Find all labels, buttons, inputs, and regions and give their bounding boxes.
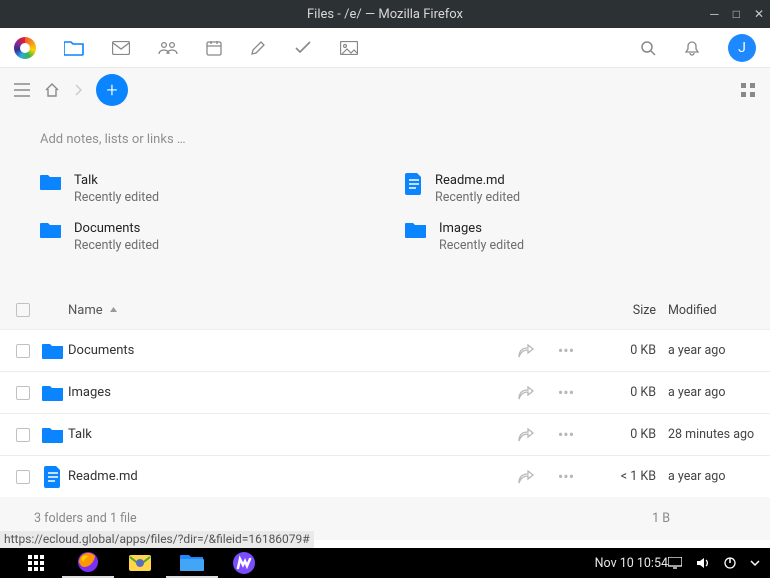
taskbar-firefox-icon[interactable] xyxy=(62,548,114,578)
more-icon[interactable]: ••• xyxy=(546,383,586,402)
taskbar-clock[interactable]: Nov 10 10:54 xyxy=(595,556,668,571)
recent-item-sub: Recently edited xyxy=(74,190,159,205)
browser-status-url: https://ecloud.global/apps/files/?dir=/&… xyxy=(0,531,314,548)
file-modified: 28 minutes ago xyxy=(656,427,756,442)
window-close-icon[interactable]: ✕ xyxy=(754,7,764,21)
folder-icon xyxy=(40,221,62,239)
search-icon[interactable] xyxy=(640,40,656,56)
tray-volume-icon[interactable] xyxy=(696,557,710,569)
recent-item-sub: Recently edited xyxy=(74,238,159,253)
files-table: Name Size Modified Documents ••• 0 KB a … xyxy=(0,291,770,497)
file-size: 0 KB xyxy=(586,385,656,400)
window-title: Files - /e/ — Mozilla Firefox xyxy=(307,7,463,22)
taskbar-mail-icon[interactable] xyxy=(114,548,166,578)
file-name: Talk xyxy=(68,427,506,442)
share-icon[interactable] xyxy=(506,470,546,484)
column-size[interactable]: Size xyxy=(586,303,656,318)
recent-item[interactable]: Documents Recently edited xyxy=(40,221,365,253)
share-icon[interactable] xyxy=(506,386,546,400)
recent-item-name: Readme.md xyxy=(435,173,520,188)
summary-size: 1 B xyxy=(652,511,736,526)
tray-chevron-down-icon[interactable] xyxy=(750,559,760,567)
view-grid-icon[interactable] xyxy=(740,82,756,98)
files-app-icon[interactable] xyxy=(64,40,84,56)
desktop-taskbar: Nov 10 10:54 xyxy=(0,548,770,578)
folder-icon xyxy=(38,342,68,360)
file-size: 0 KB xyxy=(586,427,656,442)
user-avatar[interactable]: J xyxy=(728,34,756,62)
recent-item[interactable]: Images Recently edited xyxy=(405,221,730,253)
brand-logo-icon[interactable] xyxy=(14,37,36,59)
home-icon[interactable] xyxy=(44,82,60,98)
menu-icon[interactable] xyxy=(14,83,30,97)
recent-item-name: Images xyxy=(439,221,524,236)
taskbar-files-icon[interactable] xyxy=(166,548,218,578)
row-checkbox[interactable] xyxy=(16,344,30,358)
window-controls: ─ □ ✕ xyxy=(710,7,764,21)
row-checkbox[interactable] xyxy=(16,470,30,484)
file-modified: a year ago xyxy=(656,469,756,484)
window-titlebar: Files - /e/ — Mozilla Firefox ─ □ ✕ xyxy=(0,0,770,28)
mail-app-icon[interactable] xyxy=(112,41,130,55)
files-toolbar: + xyxy=(0,68,770,112)
sort-asc-icon xyxy=(109,306,118,315)
apps-grid-icon[interactable] xyxy=(10,548,62,578)
contacts-app-icon[interactable] xyxy=(158,41,178,55)
file-icon xyxy=(38,466,68,488)
folder-icon xyxy=(405,221,427,239)
folder-icon xyxy=(38,426,68,444)
notes-app-icon[interactable] xyxy=(250,40,266,56)
row-checkbox[interactable] xyxy=(16,386,30,400)
avatar-letter: J xyxy=(738,40,746,56)
new-button[interactable]: + xyxy=(96,74,128,106)
breadcrumb-separator-icon xyxy=(74,84,82,96)
more-icon[interactable]: ••• xyxy=(546,425,586,444)
recent-item[interactable]: Readme.md Recently edited xyxy=(405,173,730,205)
table-row[interactable]: Documents ••• 0 KB a year ago xyxy=(0,329,770,371)
tasks-app-icon[interactable] xyxy=(294,41,312,55)
notes-hint[interactable]: Add notes, lists or links … xyxy=(40,132,730,147)
tray-display-icon[interactable] xyxy=(668,557,682,569)
calendar-app-icon[interactable] xyxy=(206,40,222,56)
file-size: < 1 KB xyxy=(586,469,656,484)
more-icon[interactable]: ••• xyxy=(546,467,586,486)
more-icon[interactable]: ••• xyxy=(546,341,586,360)
share-icon[interactable] xyxy=(506,344,546,358)
recent-item-sub: Recently edited xyxy=(439,238,524,253)
table-header: Name Size Modified xyxy=(0,291,770,329)
recent-item-sub: Recently edited xyxy=(435,190,520,205)
app-topnav: J xyxy=(0,28,770,68)
table-row[interactable]: Images ••• 0 KB a year ago xyxy=(0,371,770,413)
recent-item-name: Documents xyxy=(74,221,159,236)
column-name[interactable]: Name xyxy=(68,303,506,318)
file-icon xyxy=(405,173,423,195)
file-modified: a year ago xyxy=(656,385,756,400)
file-size: 0 KB xyxy=(586,343,656,358)
table-row[interactable]: Talk ••• 0 KB 28 minutes ago xyxy=(0,413,770,455)
row-checkbox[interactable] xyxy=(16,428,30,442)
tray-power-icon[interactable] xyxy=(724,557,736,569)
file-name: Readme.md xyxy=(68,469,506,484)
file-modified: a year ago xyxy=(656,343,756,358)
folder-icon xyxy=(38,384,68,402)
select-all-checkbox[interactable] xyxy=(16,303,30,317)
window-maximize-icon[interactable]: □ xyxy=(733,7,740,21)
folder-icon xyxy=(40,173,62,191)
table-row[interactable]: Readme.md ••• < 1 KB a year ago xyxy=(0,455,770,497)
summary-text: 3 folders and 1 file xyxy=(34,511,137,526)
column-modified[interactable]: Modified xyxy=(656,303,756,318)
recent-item[interactable]: Talk Recently edited xyxy=(40,173,365,205)
taskbar-app-icon[interactable] xyxy=(218,548,270,578)
notifications-icon[interactable] xyxy=(684,40,700,56)
photos-app-icon[interactable] xyxy=(340,41,358,55)
recent-item-name: Talk xyxy=(74,173,159,188)
share-icon[interactable] xyxy=(506,428,546,442)
recent-grid: Talk Recently edited Readme.md Recently … xyxy=(40,173,730,253)
window-minimize-icon[interactable]: ─ xyxy=(710,7,719,21)
file-name: Documents xyxy=(68,343,506,358)
content-area: Add notes, lists or links … Talk Recentl… xyxy=(0,112,770,291)
file-name: Images xyxy=(68,385,506,400)
